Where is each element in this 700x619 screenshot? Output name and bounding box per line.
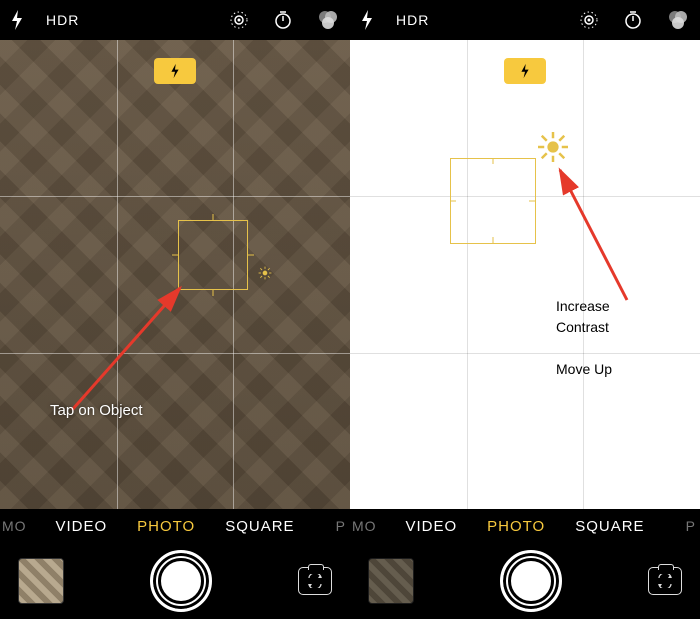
annotation-arrow — [62, 280, 192, 420]
hdr-toggle[interactable]: HDR — [396, 12, 429, 28]
mode-selector[interactable]: MO VIDEO PHOTO SQUARE P — [0, 509, 350, 543]
mode-video[interactable]: VIDEO — [55, 518, 107, 535]
bolt-icon — [170, 63, 180, 79]
viewfinder[interactable]: Increase Contrast Move Up — [350, 40, 700, 509]
annotation-text: Increase Contrast Move Up — [556, 296, 612, 380]
exposure-sun-icon[interactable] — [258, 266, 272, 283]
switch-camera-icon — [305, 574, 325, 588]
timer-icon[interactable] — [272, 9, 294, 31]
flash-icon[interactable] — [360, 10, 374, 30]
mode-selector[interactable]: MO VIDEO PHOTO SQUARE P — [350, 509, 700, 543]
top-controls: HDR — [0, 0, 350, 40]
annotation-arrow — [542, 160, 642, 310]
filters-icon[interactable] — [316, 9, 340, 31]
timer-icon[interactable] — [622, 9, 644, 31]
mode-edge-right: P — [336, 518, 346, 534]
live-photo-icon[interactable] — [228, 9, 250, 31]
annotation-text: Tap on Object — [50, 402, 143, 419]
viewfinder[interactable]: Tap on Object — [0, 40, 350, 509]
live-photo-icon[interactable] — [578, 9, 600, 31]
grid-overlay — [0, 40, 350, 509]
last-photo-thumbnail[interactable] — [18, 558, 64, 604]
switch-camera-button[interactable] — [298, 567, 332, 595]
shutter-button[interactable] — [500, 550, 562, 612]
filters-icon[interactable] — [666, 9, 690, 31]
screenshot-left: HDR — [0, 0, 350, 619]
top-controls: HDR — [350, 0, 700, 40]
mode-square[interactable]: SQUARE — [575, 518, 644, 535]
shutter-button[interactable] — [150, 550, 212, 612]
flash-badge — [154, 58, 196, 84]
flash-badge — [504, 58, 546, 84]
grid-overlay — [350, 40, 700, 509]
mode-photo[interactable]: PHOTO — [137, 518, 195, 535]
flash-icon[interactable] — [10, 10, 24, 30]
focus-indicator — [450, 158, 536, 244]
mode-photo[interactable]: PHOTO — [487, 518, 545, 535]
bottom-controls — [350, 543, 700, 619]
bottom-controls — [0, 543, 350, 619]
mode-edge-left: MO — [352, 518, 377, 534]
mode-edge-left: MO — [2, 518, 27, 534]
switch-camera-icon — [655, 574, 675, 588]
mode-square[interactable]: SQUARE — [225, 518, 294, 535]
hdr-toggle[interactable]: HDR — [46, 12, 79, 28]
switch-camera-button[interactable] — [648, 567, 682, 595]
screenshot-right: HDR — [350, 0, 700, 619]
mode-video[interactable]: VIDEO — [405, 518, 457, 535]
last-photo-thumbnail[interactable] — [368, 558, 414, 604]
mode-edge-right: P — [686, 518, 696, 534]
bolt-icon — [520, 63, 530, 79]
